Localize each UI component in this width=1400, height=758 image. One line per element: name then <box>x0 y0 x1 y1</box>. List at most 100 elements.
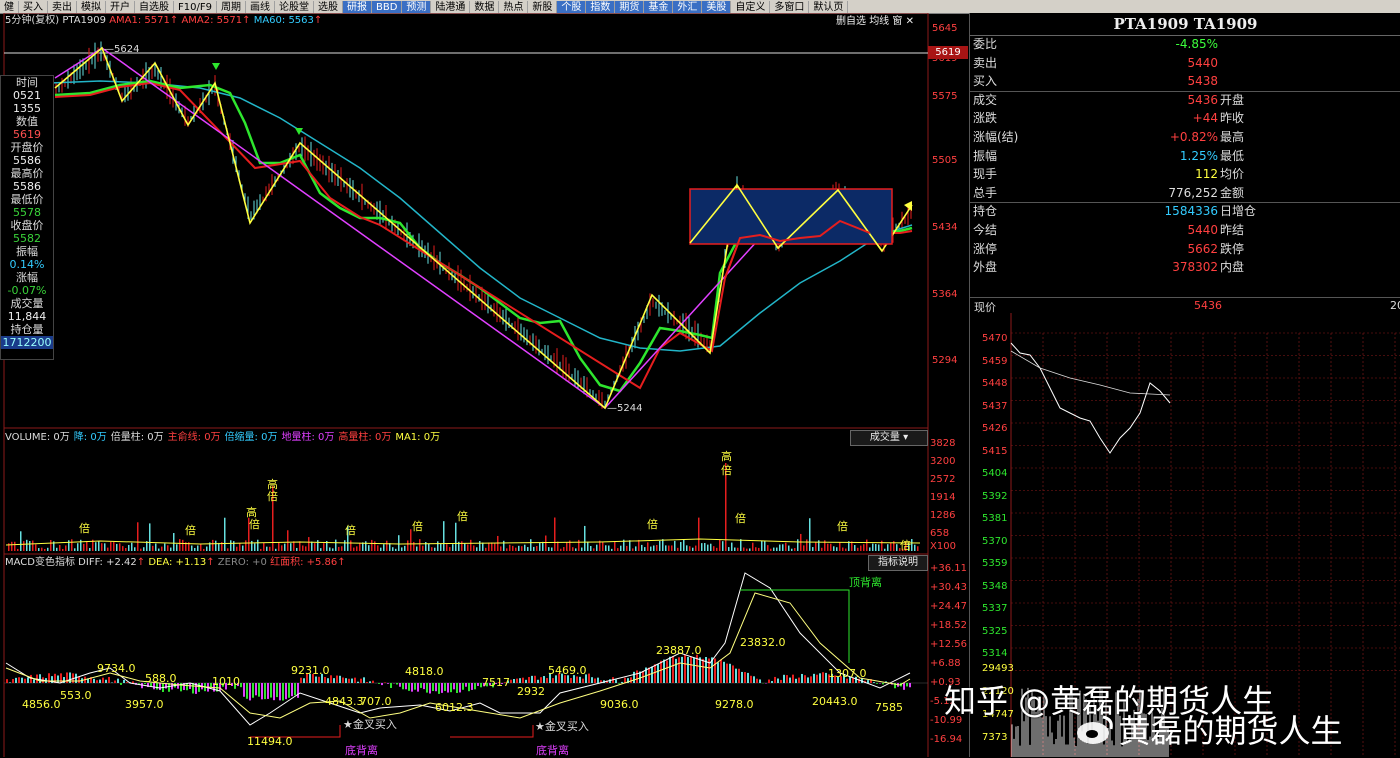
volume-bar <box>482 543 484 551</box>
macd-bar <box>729 664 731 683</box>
macd-bar <box>363 677 365 683</box>
macd-bar <box>39 674 41 683</box>
macd-bar <box>396 683 398 684</box>
volume-bar <box>479 541 481 551</box>
macd-tick: +18.52 <box>930 620 967 631</box>
volume-header-item: VOLUME: 0万 <box>5 432 70 443</box>
volume-bar <box>203 549 205 551</box>
volume-bar <box>287 530 289 551</box>
indicator-help-button[interactable]: 指标说明 <box>868 555 928 571</box>
macd-bar <box>516 679 518 683</box>
top-toolbar: 健买入卖出模拟开户自选股F10/F9周期画线论股堂选股研报BBD预测陆港通数据热… <box>0 0 1400 14</box>
volume-bar <box>689 546 691 551</box>
macd-bar <box>297 683 299 698</box>
macd-bar <box>513 679 515 683</box>
macd-bar <box>78 677 80 683</box>
volume-bar <box>671 545 673 551</box>
macd-bar <box>522 678 524 683</box>
volume-bar <box>149 523 151 551</box>
macd-bar <box>30 675 32 683</box>
volume-bar <box>275 549 277 551</box>
volume-bar <box>56 548 58 551</box>
volume-bar <box>62 549 64 551</box>
volume-bar <box>650 547 652 551</box>
quote-value: +0.82% <box>1170 128 1218 146</box>
volume-bar <box>887 544 889 551</box>
volume-bar <box>50 540 52 551</box>
volume-bar <box>422 546 424 551</box>
volume-bar <box>311 542 313 551</box>
volume-bar <box>743 547 745 551</box>
volume-header-item: 倍缩量: 0万 <box>225 432 278 443</box>
volume-bar <box>758 548 760 551</box>
window-button[interactable]: 窗 <box>892 16 902 27</box>
volume-bar <box>116 544 118 551</box>
macd-bar <box>456 683 458 693</box>
volume-bar <box>224 518 226 551</box>
macd-bar <box>324 677 326 683</box>
volume-bar <box>323 543 325 551</box>
volume-bar <box>152 546 154 551</box>
volume-bar <box>566 542 568 551</box>
quote-row: 今结5440昨结 <box>970 221 1270 239</box>
macd-bar <box>651 667 653 683</box>
cursor-info-row: 最低价 <box>1 193 53 206</box>
macd-bar <box>429 683 431 694</box>
volume-dropdown[interactable]: 成交量 ▾ <box>850 430 928 446</box>
volume-bar <box>476 547 478 551</box>
remove-favorite-button[interactable]: 删自选 <box>836 16 866 27</box>
volume-bar <box>803 545 805 551</box>
volume-bar <box>605 545 607 551</box>
volume-bar <box>338 547 340 551</box>
volume-bar <box>794 548 796 551</box>
macd-bar <box>426 683 428 693</box>
macd-bar <box>423 683 425 689</box>
volume-bar <box>536 546 538 551</box>
mini-tick: 5392 <box>982 491 1007 502</box>
volume-bar <box>698 518 700 551</box>
quote-key-secondary: 昨收 <box>1220 109 1244 127</box>
volume-bar <box>608 546 610 551</box>
quote-row: 持仓1584336日增仓 <box>970 202 1270 220</box>
volume-bar <box>404 546 406 551</box>
macd-bar <box>537 680 539 683</box>
macd-bar <box>276 683 278 697</box>
volume-bar <box>914 545 916 551</box>
macd-label: 6012.3 <box>435 701 474 714</box>
macd-bar <box>675 659 677 683</box>
high-annotation: —5624 <box>104 44 139 55</box>
mini-chart-corner-value: 20 <box>1390 299 1400 312</box>
ma-button[interactable]: 均线 <box>869 16 889 27</box>
volume-bar <box>614 541 616 551</box>
volume-bar <box>782 544 784 551</box>
quote-value: 5436 <box>1187 91 1218 109</box>
quote-value: 1.25% <box>1180 147 1218 165</box>
quote-key: 涨停 <box>973 240 997 258</box>
volume-bar <box>749 548 751 551</box>
quote-key-secondary: 最高 <box>1220 128 1244 146</box>
cursor-info-row: 收盘价 <box>1 219 53 232</box>
macd-tick: +6.88 <box>930 658 961 669</box>
macd-bar <box>132 681 134 683</box>
weibo-icon <box>1075 713 1115 745</box>
volume-bar <box>83 544 85 551</box>
volume-bar <box>71 539 73 551</box>
macd-bar <box>867 680 869 683</box>
macd-bar <box>12 679 14 683</box>
volume-label: 倍 <box>721 462 732 478</box>
volume-bar <box>125 548 127 551</box>
volume-bar <box>473 545 475 551</box>
cursor-info-panel: 时间05211355数值5619开盘价5586最高价5586最低价5578收盘价… <box>0 75 54 360</box>
mini-tick: 5459 <box>982 356 1007 367</box>
macd-bar <box>657 664 659 683</box>
volume-bar <box>341 546 343 551</box>
volume-bar <box>722 541 724 551</box>
cursor-info-row: 振幅 <box>1 245 53 258</box>
macd-bar <box>720 659 722 683</box>
close-icon[interactable]: ✕ <box>906 16 914 27</box>
quote-key: 卖出 <box>973 54 997 72</box>
macd-label: 9734.0 <box>97 662 136 675</box>
volume-label: 倍 <box>900 537 911 553</box>
mini-tick: 5404 <box>982 468 1007 479</box>
volume-bar <box>539 542 541 551</box>
